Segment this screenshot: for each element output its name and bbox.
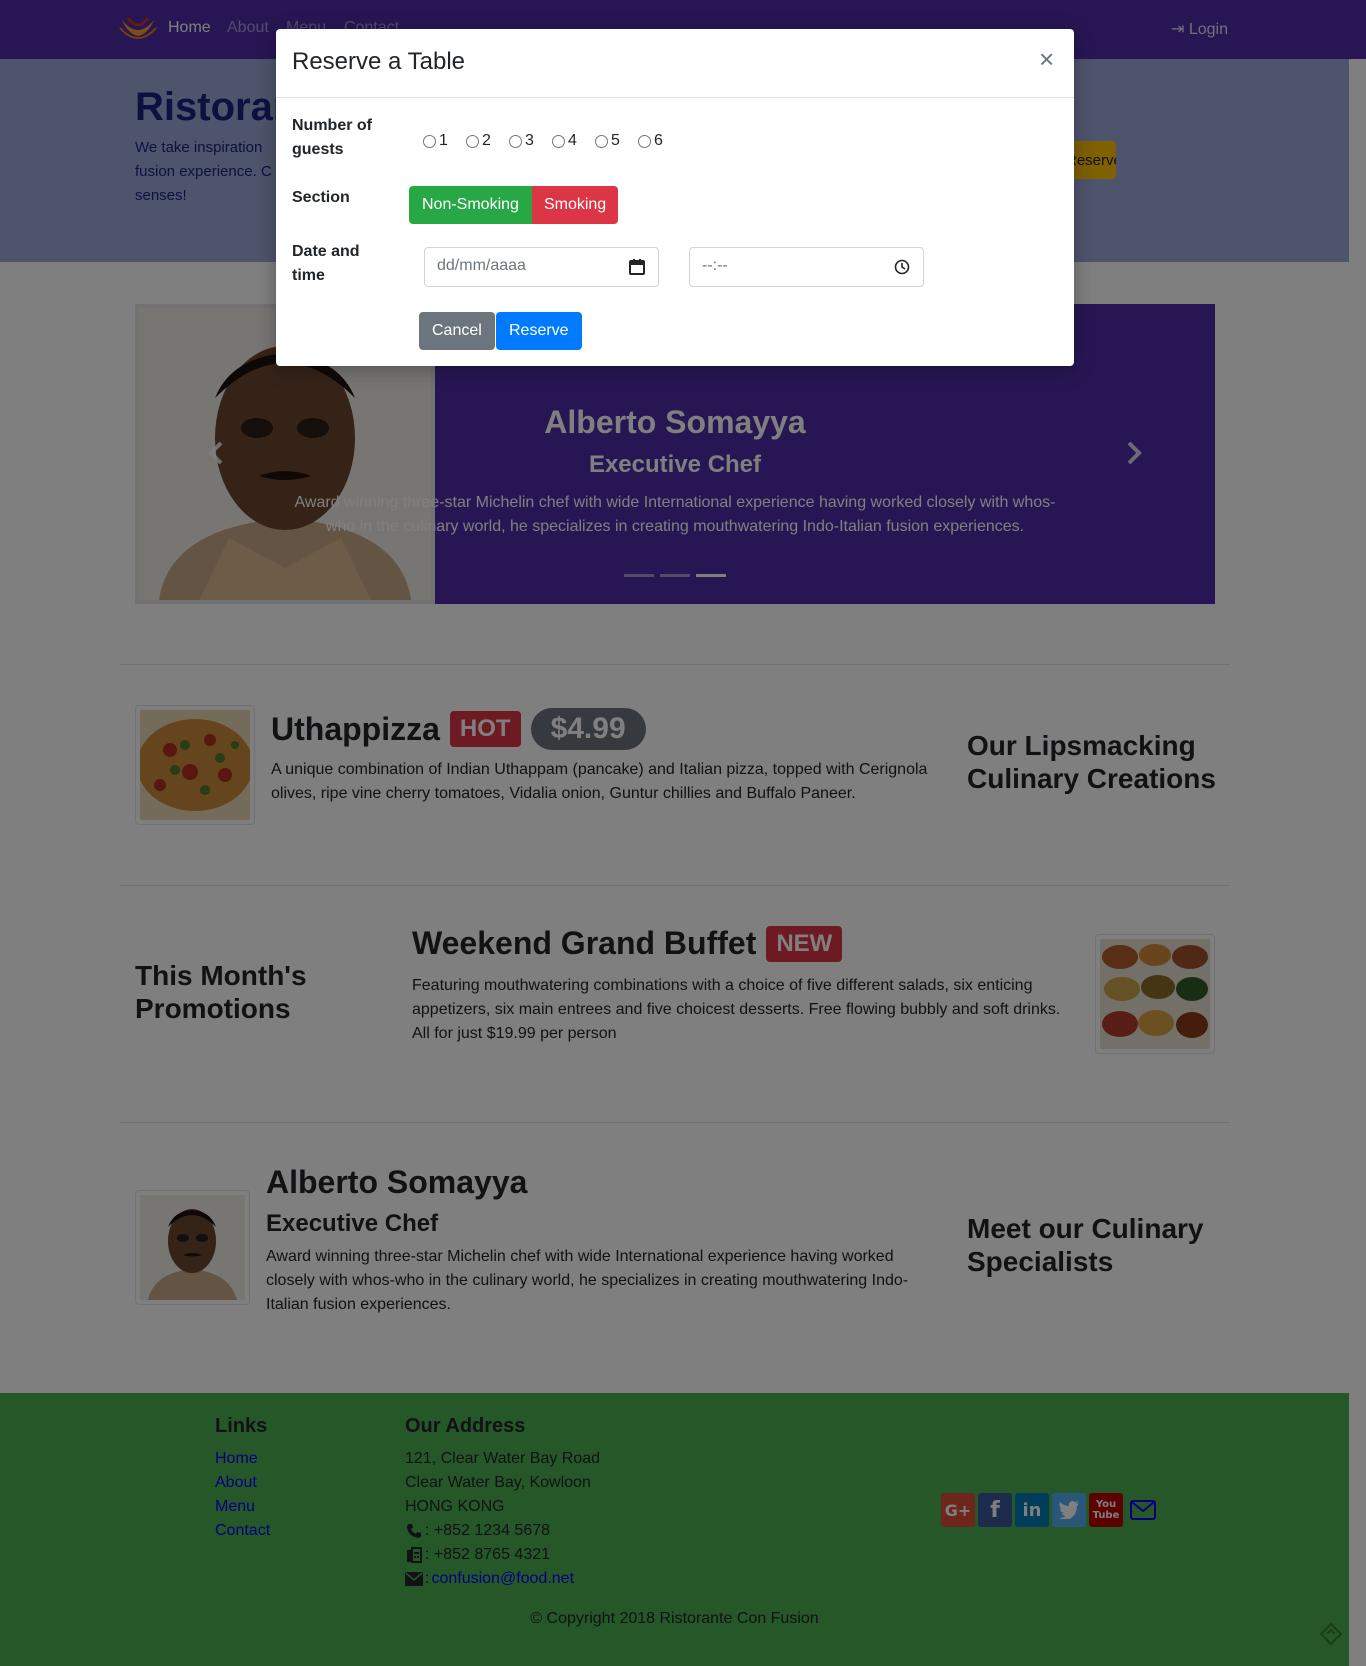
cancel-button[interactable]: Cancel xyxy=(419,312,495,350)
section-label: Section xyxy=(292,189,350,206)
section-toggle-group: Non-Smoking Smoking xyxy=(409,186,619,224)
guest-option-4[interactable]: 4 xyxy=(552,132,595,150)
guest-option-label: 6 xyxy=(654,132,663,149)
radio-icon[interactable] xyxy=(466,134,479,148)
radio-icon[interactable] xyxy=(423,134,436,148)
clock-icon[interactable] xyxy=(893,258,911,276)
non-smoking-button[interactable]: Non-Smoking xyxy=(409,186,532,224)
guest-option-label: 1 xyxy=(439,132,448,149)
guest-option-label: 3 xyxy=(525,132,534,149)
guest-option-2[interactable]: 2 xyxy=(466,132,509,150)
guest-option-label: 5 xyxy=(611,132,620,149)
radio-icon[interactable] xyxy=(552,134,565,148)
guest-option-label: 2 xyxy=(482,132,491,149)
datetime-label: Date and time xyxy=(292,243,360,284)
radio-icon[interactable] xyxy=(638,134,651,148)
guests-label: Number of guests xyxy=(292,117,372,158)
modal-header: Reserve a Table × xyxy=(276,29,1074,98)
reserve-table-modal: Reserve a Table × Number of guests 1 2 3… xyxy=(276,29,1074,366)
smoking-button[interactable]: Smoking xyxy=(531,186,619,224)
radio-icon[interactable] xyxy=(509,134,522,148)
guest-option-label: 4 xyxy=(568,132,577,149)
radio-icon[interactable] xyxy=(595,134,608,148)
date-input[interactable]: dd/mm/aaaa xyxy=(424,247,659,287)
guest-option-3[interactable]: 3 xyxy=(509,132,552,150)
calendar-icon[interactable] xyxy=(628,258,646,276)
date-placeholder: dd/mm/aaaa xyxy=(437,257,526,274)
time-input[interactable]: --:-- xyxy=(689,247,924,287)
time-placeholder: --:-- xyxy=(702,257,728,274)
reserve-button[interactable]: Reserve xyxy=(496,312,582,350)
close-icon[interactable]: × xyxy=(1039,46,1054,72)
guest-option-6[interactable]: 6 xyxy=(638,132,681,150)
guests-radio-group: 1 2 3 4 5 6 xyxy=(423,132,681,150)
guest-option-5[interactable]: 5 xyxy=(595,132,638,150)
guest-option-1[interactable]: 1 xyxy=(423,132,466,150)
modal-title: Reserve a Table xyxy=(292,48,465,75)
